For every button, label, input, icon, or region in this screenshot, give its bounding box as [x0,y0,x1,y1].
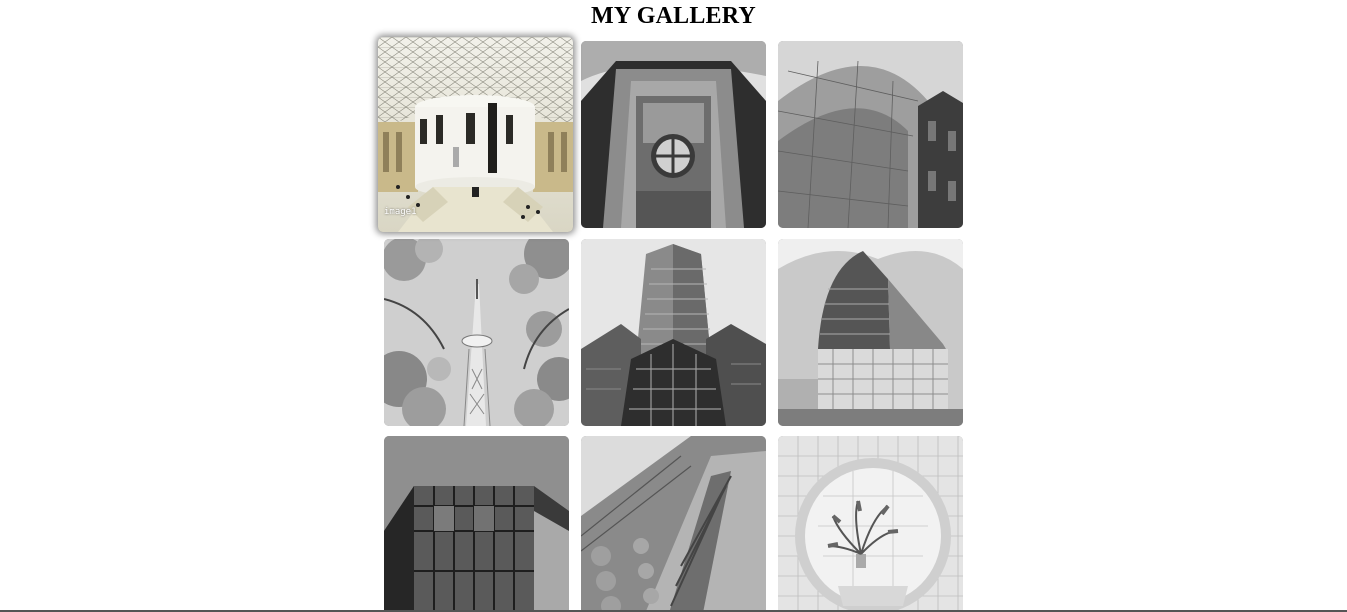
ornate-building-image [581,436,766,612]
image-caption: image1 [384,207,417,217]
gallery-image-1[interactable]: image1 [378,37,573,232]
curved-building-image [778,41,963,228]
gallery-image-3[interactable] [778,41,963,228]
gallery-image-7[interactable] [384,436,569,612]
gallery-image-5[interactable] [581,239,766,426]
tower-blossom-image [384,239,569,426]
gallery-image-9[interactable] [778,436,963,612]
gallery-grid: image1 [0,0,1347,612]
round-window-image [778,436,963,612]
gallery-image-6[interactable] [778,239,963,426]
stone-facade-image [581,41,766,228]
gallery-image-8[interactable] [581,436,766,612]
museum-dome-image [378,37,573,232]
skyscraper-image [581,239,766,426]
office-building-image [778,239,963,426]
glass-facade-image [384,436,569,612]
gallery-image-4[interactable] [384,239,569,426]
gallery-image-2[interactable] [581,41,766,228]
